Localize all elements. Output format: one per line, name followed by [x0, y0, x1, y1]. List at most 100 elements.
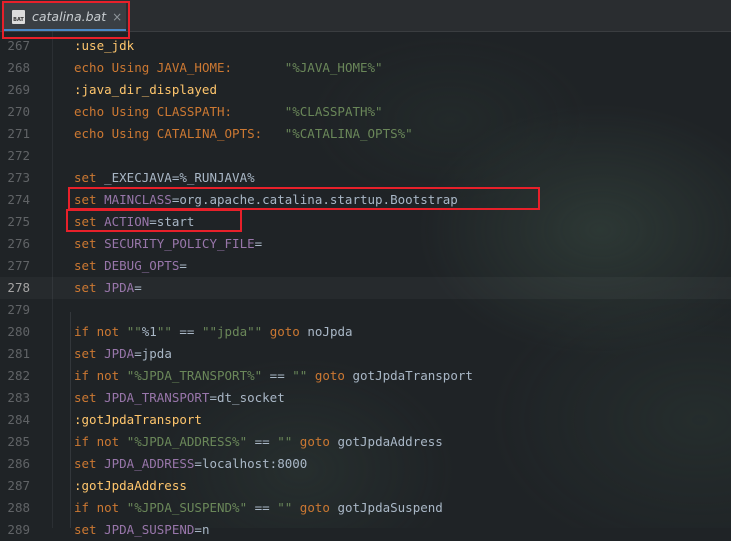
code-token: "%JPDA_SUSPEND%"	[126, 500, 248, 515]
line-number: 271	[7, 126, 30, 141]
line-number: 279	[7, 302, 30, 317]
code-token: set	[74, 522, 97, 537]
line-number: 274	[7, 192, 30, 207]
code-token: echo	[74, 60, 105, 75]
code-line[interactable]: 277 set DEBUG_OPTS=	[0, 255, 731, 277]
line-number: 284	[7, 412, 30, 427]
code-line[interactable]: 287 :gotJpdaAddress	[0, 475, 731, 497]
code-token: ==	[171, 324, 202, 339]
code-token: :gotJpdaTransport	[74, 412, 202, 427]
code-line[interactable]: 270 echo Using CLASSPATH: "%CLASSPATH%"	[0, 101, 731, 123]
line-number: 269	[7, 82, 30, 97]
code-text: set DEBUG_OPTS=	[74, 255, 187, 277]
code-line[interactable]: 280 if not ""%1"" == ""jpda"" goto noJpda	[0, 321, 731, 343]
code-token: _EXECJAVA=%_RUNJAVA%	[96, 170, 255, 185]
code-line[interactable]: 278 set JPDA=	[0, 277, 731, 299]
code-token: =localhost:8000	[194, 456, 308, 471]
code-token: if not	[74, 500, 127, 515]
code-text: set JPDA=	[74, 277, 142, 299]
code-text: set _EXECJAVA=%_RUNJAVA%	[74, 167, 255, 189]
code-text: :gotJpdaTransport	[74, 409, 202, 431]
code-line[interactable]: 282 if not "%JPDA_TRANSPORT%" == "" goto …	[0, 365, 731, 387]
code-line[interactable]: 281 set JPDA=jpda	[0, 343, 731, 365]
code-token: Using CATALINA_OPTS:	[104, 126, 285, 141]
code-line[interactable]: 284 :gotJpdaTransport	[0, 409, 731, 431]
line-number: 283	[7, 390, 30, 405]
code-line[interactable]: 283 set JPDA_TRANSPORT=dt_socket	[0, 387, 731, 409]
code-token: %1	[141, 324, 157, 339]
code-token: JPDA	[96, 280, 135, 295]
code-token: ==	[247, 500, 278, 515]
code-token: goto	[262, 324, 300, 339]
code-token: JPDA_SUSPEND	[96, 522, 195, 537]
code-token: "%JAVA_HOME%"	[284, 60, 383, 75]
code-text: set JPDA=jpda	[74, 343, 172, 365]
code-token: :java_dir_displayed	[74, 82, 217, 97]
code-token: set	[74, 456, 97, 471]
line-number: 275	[7, 214, 30, 229]
code-text: echo Using CATALINA_OPTS: "%CATALINA_OPT…	[74, 123, 413, 145]
code-token: set	[74, 390, 97, 405]
code-text: if not ""%1"" == ""jpda"" goto noJpda	[74, 321, 353, 343]
code-token: goto	[307, 368, 345, 383]
code-token: set	[74, 236, 97, 251]
code-text: set JPDA_SUSPEND=n	[74, 519, 209, 541]
code-token: echo	[74, 104, 105, 119]
code-token: Using CLASSPATH:	[104, 104, 285, 119]
code-token: =jpda	[134, 346, 172, 361]
line-number: 277	[7, 258, 30, 273]
code-line[interactable]: 271 echo Using CATALINA_OPTS: "%CATALINA_…	[0, 123, 731, 145]
line-number: 286	[7, 456, 30, 471]
code-token: if not	[74, 324, 127, 339]
line-number: 276	[7, 236, 30, 251]
code-line[interactable]: 273 set _EXECJAVA=%_RUNJAVA%	[0, 167, 731, 189]
line-number: 285	[7, 434, 30, 449]
line-number: 288	[7, 500, 30, 515]
code-token: set	[74, 258, 97, 273]
code-token: gotJpdaAddress	[329, 434, 443, 449]
code-token: SECURITY_POLICY_FILE	[96, 236, 255, 251]
code-token: =n	[194, 522, 210, 537]
code-token: gotJpdaTransport	[344, 368, 473, 383]
code-text: :gotJpdaAddress	[74, 475, 187, 497]
code-line[interactable]: 285 if not "%JPDA_ADDRESS%" == "" goto go…	[0, 431, 731, 453]
code-text: echo Using JAVA_HOME: "%JAVA_HOME%"	[74, 57, 383, 79]
line-number: 282	[7, 368, 30, 383]
code-line[interactable]: 288 if not "%JPDA_SUSPEND%" == "" goto go…	[0, 497, 731, 519]
line-number: 278	[7, 280, 30, 295]
code-line[interactable]: 272	[0, 145, 731, 167]
code-line[interactable]: 286 set JPDA_ADDRESS=localhost:8000	[0, 453, 731, 475]
code-line[interactable]: 289 set JPDA_SUSPEND=n	[0, 519, 731, 541]
code-line[interactable]: 268 echo Using JAVA_HOME: "%JAVA_HOME%"	[0, 57, 731, 79]
code-token: echo	[74, 126, 105, 141]
code-text: set JPDA_ADDRESS=localhost:8000	[74, 453, 307, 475]
code-token: ""	[277, 500, 293, 515]
highlight-box-action	[66, 209, 242, 232]
code-token: =dt_socket	[209, 390, 285, 405]
code-token: DEBUG_OPTS	[96, 258, 180, 273]
line-number: 280	[7, 324, 30, 339]
code-line[interactable]: 276 set SECURITY_POLICY_FILE=	[0, 233, 731, 255]
line-number: 287	[7, 478, 30, 493]
code-text: :java_dir_displayed	[74, 79, 217, 101]
code-line[interactable]: 279	[0, 299, 731, 321]
code-token: ==	[262, 368, 293, 383]
line-number: 270	[7, 104, 30, 119]
code-token: :gotJpdaAddress	[74, 478, 187, 493]
code-token: =	[179, 258, 187, 273]
code-token: if not	[74, 368, 127, 383]
code-token: ==	[247, 434, 278, 449]
code-token: goto	[292, 434, 330, 449]
code-token: ""	[156, 324, 172, 339]
code-token: ""	[277, 434, 293, 449]
code-token: =	[254, 236, 263, 251]
code-token: set	[74, 280, 97, 295]
code-token: goto	[292, 500, 330, 515]
code-text: set JPDA_TRANSPORT=dt_socket	[74, 387, 285, 409]
code-token: if not	[74, 434, 127, 449]
code-token: noJpda	[299, 324, 353, 339]
code-token: :use_jdk	[74, 38, 135, 53]
code-line[interactable]: 269 :java_dir_displayed	[0, 79, 731, 101]
code-token: gotJpdaSuspend	[329, 500, 443, 515]
code-token: "%CLASSPATH%"	[284, 104, 383, 119]
